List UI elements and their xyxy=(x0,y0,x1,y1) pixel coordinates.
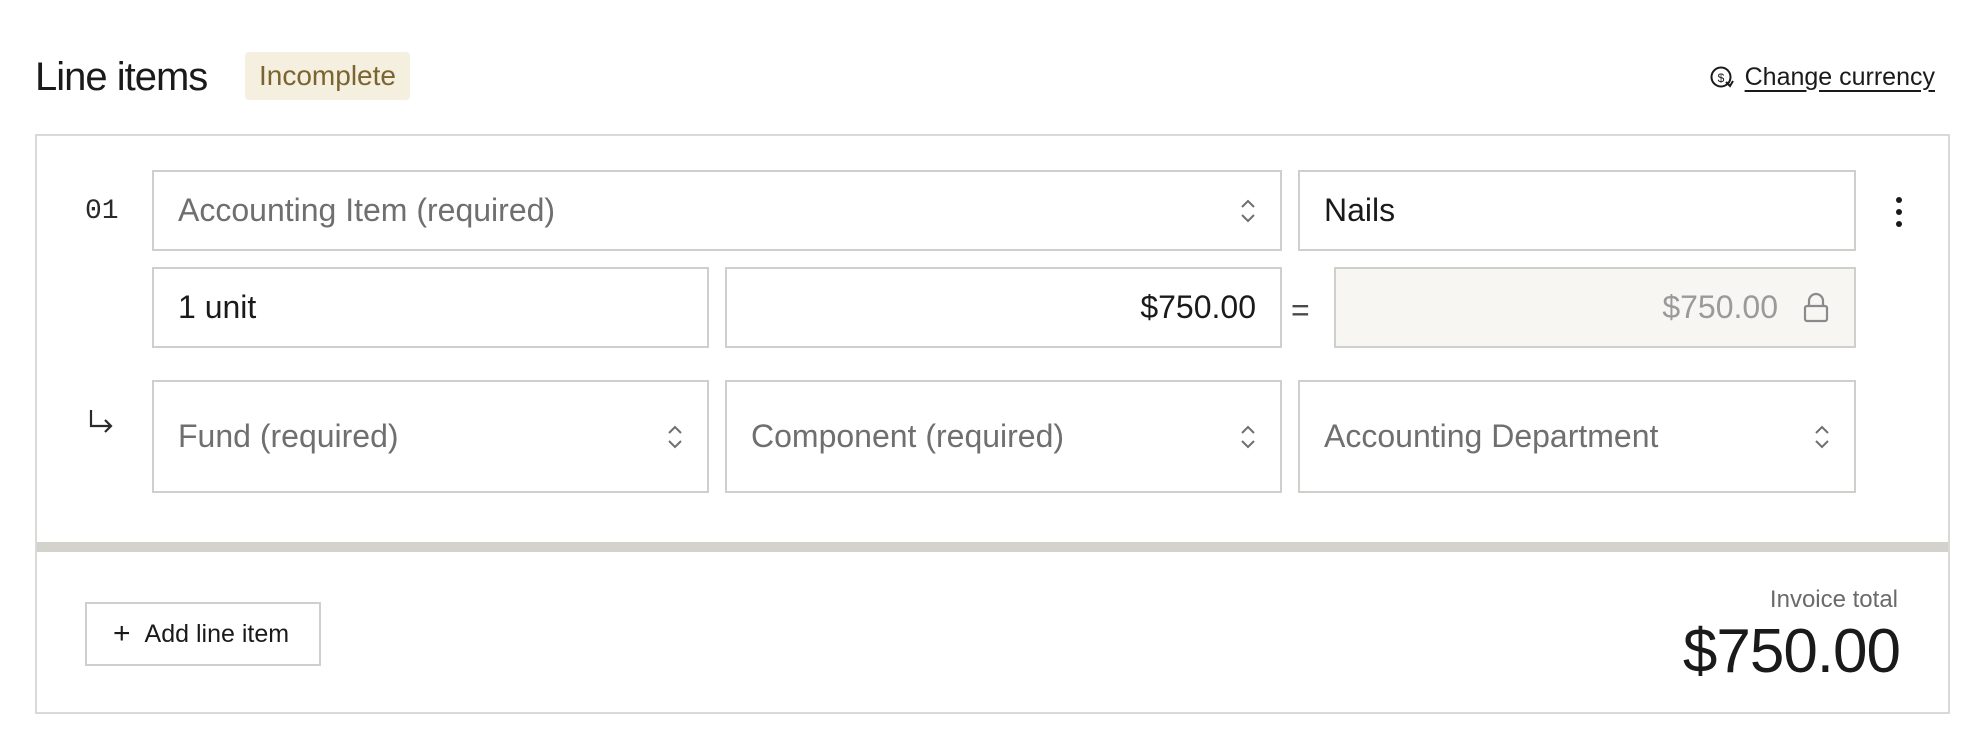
chevron-up-down-icon xyxy=(1241,425,1255,448)
chevron-up-down-icon xyxy=(1241,199,1255,222)
line-item-number: 01 xyxy=(85,196,119,227)
section-divider xyxy=(37,542,1948,552)
chevron-up-down-icon xyxy=(1815,425,1829,448)
lock-icon xyxy=(1803,292,1829,322)
unit-price-input[interactable]: $750.00 xyxy=(725,267,1282,348)
accounting-item-select[interactable]: Accounting Item (required) xyxy=(152,170,1282,251)
line-items-header: Line items Incomplete $ Change currency xyxy=(35,52,1935,102)
component-select[interactable]: Component (required) xyxy=(725,380,1282,493)
add-line-item-label: Add line item xyxy=(144,619,290,648)
add-line-item-button[interactable]: + Add line item xyxy=(85,602,321,666)
status-badge: Incomplete xyxy=(245,52,410,100)
description-input[interactable]: Nails xyxy=(1298,170,1856,251)
chevron-up-down-icon xyxy=(668,425,682,448)
currency-exchange-icon: $ xyxy=(1710,66,1734,88)
component-placeholder: Component (required) xyxy=(751,418,1065,454)
change-currency-label: Change currency xyxy=(1744,62,1935,91)
accounting-department-select[interactable]: Accounting Department xyxy=(1298,380,1856,493)
change-currency-link[interactable]: $ Change currency xyxy=(1709,52,1935,102)
fund-placeholder: Fund (required) xyxy=(178,418,399,454)
equals-symbol: = xyxy=(1291,292,1310,328)
description-value: Nails xyxy=(1324,192,1396,228)
quantity-input[interactable]: 1 unit xyxy=(152,267,709,348)
line-total-value: $750.00 xyxy=(1662,289,1778,325)
line-total-field: $750.00 xyxy=(1334,267,1856,348)
accounting-item-placeholder: Accounting Item (required) xyxy=(178,192,556,228)
kebab-menu-icon[interactable] xyxy=(1891,194,1907,230)
invoice-total-value: $750.00 xyxy=(1682,617,1901,686)
line-items-card: 01 Accounting Item (required) Nails 1 un… xyxy=(35,134,1950,714)
subitem-arrow-icon xyxy=(85,406,117,446)
department-placeholder: Accounting Department xyxy=(1324,418,1659,454)
fund-select[interactable]: Fund (required) xyxy=(152,380,709,493)
svg-text:$: $ xyxy=(1717,71,1724,85)
page-title: Line items xyxy=(35,55,208,99)
quantity-value: 1 unit xyxy=(178,289,257,325)
invoice-total-label: Invoice total xyxy=(1769,586,1898,613)
plus-icon: + xyxy=(113,617,131,650)
unit-price-value: $750.00 xyxy=(1140,289,1256,325)
